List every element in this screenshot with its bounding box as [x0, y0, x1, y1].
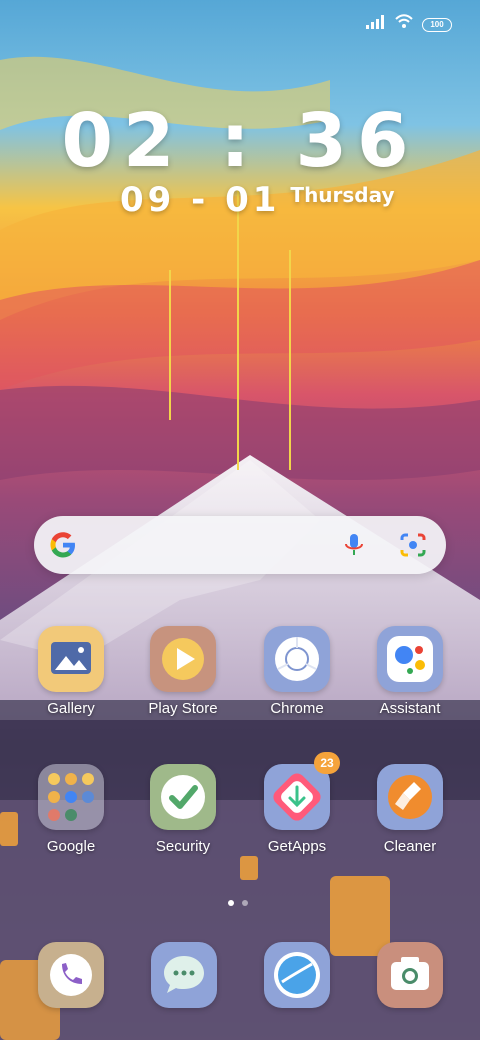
app-label: Cleaner	[383, 838, 437, 855]
messages-app[interactable]	[151, 942, 217, 1008]
app-play-store[interactable]: Play Store	[128, 626, 238, 717]
app-label: GetApps	[267, 838, 327, 855]
app-chrome[interactable]: Chrome	[242, 626, 352, 717]
app-label: Play Store	[148, 700, 218, 717]
google-logo-icon	[48, 530, 78, 565]
status-bar: 100	[366, 14, 452, 35]
voice-search-icon[interactable]	[340, 531, 368, 564]
app-security[interactable]: Security	[128, 764, 238, 855]
app-assistant[interactable]: Assistant	[355, 626, 465, 717]
chrome-icon	[264, 626, 330, 692]
page-dot	[242, 900, 248, 906]
page-indicator	[228, 900, 248, 906]
app-label: Assistant	[379, 700, 441, 717]
date-row: 09 - 01 Thursday	[120, 180, 395, 220]
app-label: Chrome	[270, 700, 324, 717]
app-cleaner[interactable]: Cleaner	[355, 764, 465, 855]
page-dot-active	[228, 900, 234, 906]
camera-icon	[391, 957, 429, 990]
app-gallery[interactable]: Gallery	[16, 626, 126, 717]
app-label: Gallery	[47, 700, 95, 717]
play-store-icon	[150, 626, 216, 692]
notification-badge: 23	[314, 752, 340, 774]
phone-app[interactable]	[38, 942, 104, 1008]
app-folder-google[interactable]: Google	[16, 764, 126, 855]
folder-icon	[38, 764, 104, 830]
getapps-icon: 23	[264, 752, 340, 830]
lens-camera-icon[interactable]	[398, 531, 428, 564]
clock-date: 09 - 01	[120, 180, 281, 220]
battery-indicator: 100	[422, 17, 452, 32]
gallery-icon	[38, 626, 104, 692]
clock-weekday: Thursday	[290, 183, 395, 207]
signal-icon	[366, 15, 386, 34]
app-label: Security	[155, 838, 211, 855]
phone-icon	[50, 954, 92, 996]
camera-app[interactable]	[377, 942, 443, 1008]
security-icon	[150, 764, 216, 830]
messages-icon	[164, 956, 204, 993]
app-label: Google	[46, 838, 96, 855]
clock-time[interactable]: 02 : 36	[0, 98, 480, 184]
app-getapps[interactable]: 23 GetApps	[242, 752, 352, 855]
assistant-icon	[377, 626, 443, 692]
wifi-icon	[394, 14, 414, 35]
browser-icon	[274, 952, 320, 998]
browser-app[interactable]	[264, 942, 330, 1008]
google-search-bar[interactable]	[34, 516, 446, 574]
cleaner-icon	[377, 764, 443, 830]
